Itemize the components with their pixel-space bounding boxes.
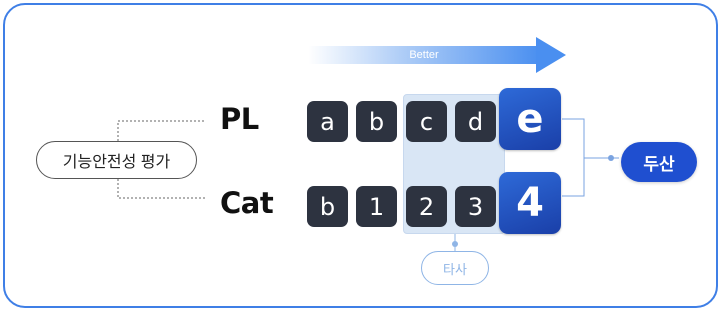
- connector-pl: [117, 120, 205, 141]
- pl-highlight-cell: e: [499, 88, 561, 150]
- competitor-pill: 타사: [421, 251, 489, 285]
- cat-cell-4: 3: [455, 186, 496, 227]
- pl-cell-3: c: [406, 101, 447, 142]
- doosan-pill: 두산: [621, 142, 697, 182]
- row-label-cat: Cat: [220, 186, 274, 220]
- pl-cell-2: b: [356, 101, 397, 142]
- pl-cell-4: d: [455, 101, 496, 142]
- connector-dot-doosan: [608, 155, 614, 161]
- connector-cat: [117, 179, 205, 199]
- connector-dot-other: [452, 241, 458, 247]
- arrow-label: Better: [409, 49, 439, 61]
- functional-safety-pill: 기능안전성 평가: [36, 141, 197, 179]
- cat-highlight-cell: 4: [499, 172, 561, 234]
- better-arrow: Better: [308, 37, 566, 73]
- pl-cell-1: a: [307, 101, 348, 142]
- connector-right-bracket: [562, 118, 585, 197]
- cat-cell-1: b: [307, 186, 348, 227]
- cat-cell-2: 1: [356, 186, 397, 227]
- cat-cell-3: 2: [406, 186, 447, 227]
- arrow-head: [536, 37, 566, 73]
- row-label-pl: PL: [220, 102, 259, 136]
